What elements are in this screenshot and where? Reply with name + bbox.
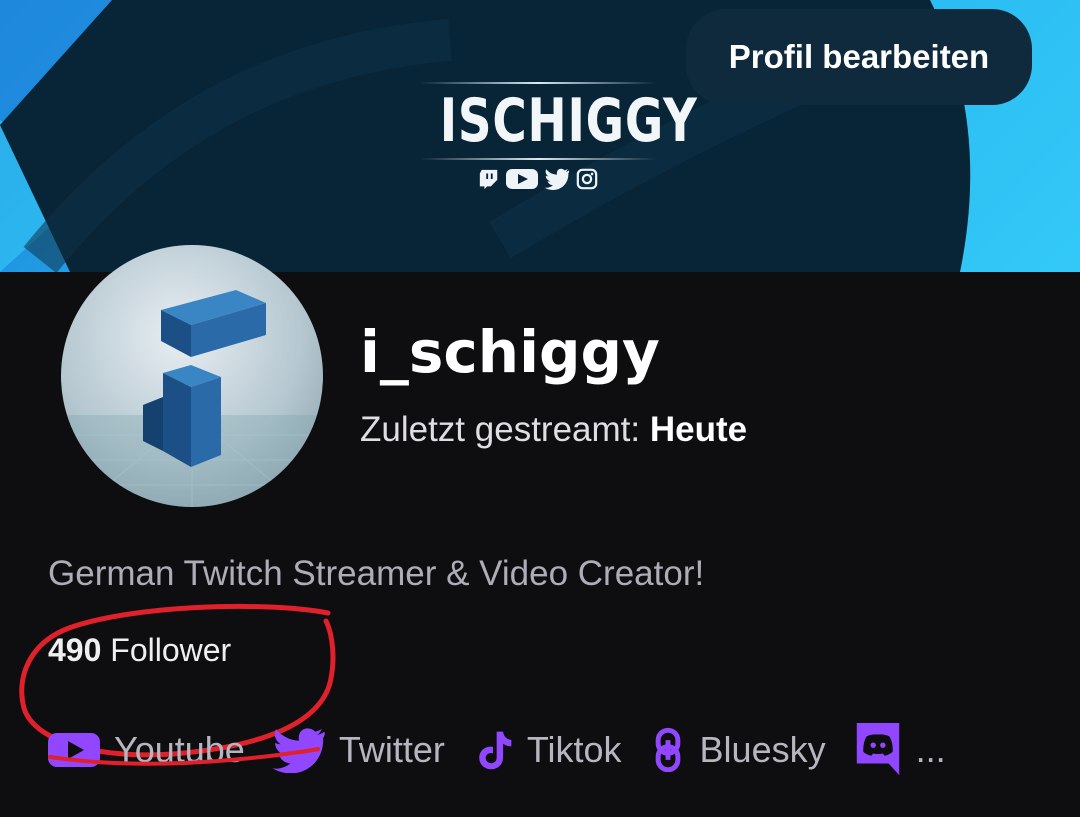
channel-bio: German Twitch Streamer & Video Creator! <box>48 554 705 593</box>
profile-banner: ISCHIGGY Profil bearbeiten <box>0 0 1080 272</box>
social-link-label: Youtube <box>114 729 245 770</box>
social-link-label: Tiktok <box>526 729 622 770</box>
social-links: Youtube Twitter Tiktok Bluesky ... <box>46 718 972 782</box>
twitter-icon <box>272 728 325 773</box>
banner-logo: ISCHIGGY <box>412 82 698 191</box>
social-link-youtube[interactable]: Youtube <box>46 729 245 771</box>
last-streamed-label: Zuletzt gestreamt: <box>360 410 641 449</box>
social-link-discord[interactable]: ... <box>852 723 946 777</box>
social-link-label: Bluesky <box>699 729 826 770</box>
channel-username: i_schiggy <box>360 318 660 386</box>
social-link-bluesky[interactable]: Bluesky <box>648 727 826 773</box>
twitch-icon <box>478 168 500 190</box>
bluesky-icon <box>655 727 680 773</box>
last-streamed-value: Heute <box>649 410 748 449</box>
tiktok-icon <box>479 731 512 770</box>
social-link-twitter[interactable]: Twitter <box>271 727 445 773</box>
follower-count[interactable]: 490 Follower <box>48 632 231 669</box>
follower-count-label: Follower <box>110 632 232 668</box>
last-streamed: Zuletzt gestreamt: Heute <box>360 410 747 450</box>
social-link-label: Twitter <box>338 729 445 770</box>
instagram-icon <box>576 168 598 190</box>
avatar[interactable] <box>61 245 323 507</box>
banner-logo-text: ISCHIGGY <box>439 86 698 156</box>
discord-icon <box>856 723 899 776</box>
avatar-logo-graphic <box>61 290 323 507</box>
edit-profile-button[interactable]: Profil bearbeiten <box>686 9 1032 105</box>
social-link-tiktok[interactable]: Tiktok <box>471 727 622 773</box>
follower-count-number: 490 <box>48 632 102 668</box>
twitter-icon <box>544 168 570 191</box>
social-link-label: ... <box>915 729 946 770</box>
youtube-icon <box>506 168 538 190</box>
youtube-icon <box>48 733 100 767</box>
